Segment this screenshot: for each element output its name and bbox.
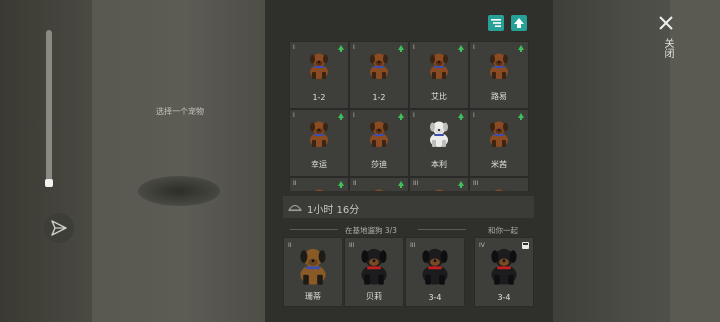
dog-icon	[311, 189, 327, 191]
pet-name: 1-2	[312, 93, 326, 102]
upgrade-arrow-icon	[458, 181, 464, 188]
base-section-label: 在基地遛狗 3/3	[345, 226, 397, 235]
dog-icon	[490, 121, 508, 147]
pet-level: II	[293, 180, 297, 187]
dog-icon	[490, 53, 508, 79]
upgrade-arrow-icon	[518, 113, 524, 120]
pet-level: I	[353, 44, 355, 51]
pet-level: I	[473, 44, 475, 51]
pet-level: I	[413, 44, 415, 51]
pet-card[interactable]: I 路易	[469, 41, 529, 109]
sort-button[interactable]	[488, 15, 504, 31]
upgrade-all-button[interactable]	[511, 15, 527, 31]
dog-icon	[430, 121, 448, 147]
dog-icon	[310, 121, 328, 147]
with-you-label: 和你一起	[488, 226, 518, 235]
upgrade-arrow-icon	[338, 181, 344, 188]
dog-icon	[361, 248, 387, 285]
pet-level: I	[413, 112, 415, 119]
pet-card[interactable]: I 1-2	[289, 41, 349, 109]
pet-card[interactable]: I 艾比	[409, 41, 469, 109]
timer-text: 1小时 16分	[307, 205, 360, 216]
pet-level: III	[413, 180, 419, 187]
arrow-up-icon	[514, 18, 524, 28]
dog-icon	[431, 189, 447, 191]
hourglass-icon	[288, 204, 302, 212]
dog-icon	[370, 121, 388, 147]
send-button[interactable]	[44, 213, 74, 243]
select-pet-hint: 选择一个宠物	[156, 107, 204, 116]
paper-plane-icon	[51, 220, 67, 236]
pet-card[interactable]: III	[469, 177, 529, 191]
pet-level: III	[473, 180, 479, 187]
pet-level: II	[353, 180, 357, 187]
pet-name: 贝莉	[366, 292, 382, 301]
pet-name: 艾比	[431, 92, 447, 101]
upgrade-arrow-icon	[398, 181, 404, 188]
zoom-slider[interactable]	[46, 30, 52, 186]
base-dog-card[interactable]: III 贝莉	[344, 237, 404, 307]
pet-name: 3-4	[497, 293, 511, 302]
pet-grid: I 1-2 I 1-2 I 艾比 I 路易 I 幸运 I 莎迪 I 本利 I 米茜 II II III III	[289, 41, 530, 191]
pet-name: 莎迪	[371, 160, 387, 169]
pet-card[interactable]: I 莎迪	[349, 109, 409, 177]
pet-level: II	[288, 242, 292, 249]
pet-card[interactable]: I 1-2	[349, 41, 409, 109]
pet-card[interactable]: II	[349, 177, 409, 191]
pet-name: 珊蒂	[305, 292, 321, 301]
pet-card[interactable]: III	[409, 177, 469, 191]
pet-name: 1-2	[372, 93, 386, 102]
scene-right	[553, 0, 720, 322]
pet-level: III	[349, 242, 355, 249]
divider	[290, 229, 338, 230]
pet-name: 本利	[431, 160, 447, 169]
pet-card[interactable]: II	[289, 177, 349, 191]
dog-icon	[491, 189, 507, 191]
pet-name: 3-4	[428, 293, 442, 302]
slider-handle[interactable]	[45, 179, 53, 187]
pet-level: I	[353, 112, 355, 119]
pet-level: I	[293, 112, 295, 119]
upgrade-arrow-icon	[338, 113, 344, 120]
divider	[418, 229, 466, 230]
close-icon[interactable]	[656, 13, 676, 33]
pet-card[interactable]: I 幸运	[289, 109, 349, 177]
scene-left	[0, 0, 265, 322]
upgrade-arrow-icon	[398, 45, 404, 52]
storage-icon	[522, 242, 529, 249]
dog-icon	[491, 248, 517, 285]
upgrade-arrow-icon	[458, 45, 464, 52]
base-dog-card[interactable]: II 珊蒂	[283, 237, 343, 307]
pet-name: 米茜	[491, 160, 507, 169]
pet-level: I	[473, 112, 475, 119]
dog-icon	[422, 248, 448, 285]
upgrade-arrow-icon	[398, 113, 404, 120]
dog-icon	[300, 248, 326, 285]
upgrade-arrow-icon	[518, 45, 524, 52]
pet-level: III	[410, 242, 416, 249]
pet-shadow	[138, 176, 220, 206]
upgrade-arrow-icon	[338, 45, 344, 52]
base-dog-card[interactable]: III 3-4	[405, 237, 465, 307]
dog-icon	[371, 189, 387, 191]
companion-dog-card[interactable]: IV 3-4	[474, 237, 534, 307]
dog-icon	[310, 53, 328, 79]
pet-name: 路易	[491, 92, 507, 101]
upgrade-arrow-icon	[458, 113, 464, 120]
close-label[interactable]: 关闭	[659, 38, 673, 58]
dog-icon	[430, 53, 448, 79]
sort-icon	[491, 19, 501, 27]
timer-bar: 1小时 16分	[283, 196, 534, 218]
pet-card[interactable]: I 米茜	[469, 109, 529, 177]
dog-icon	[370, 53, 388, 79]
pet-level: I	[293, 44, 295, 51]
pet-name: 幸运	[311, 160, 327, 169]
pet-level: IV	[479, 242, 485, 249]
pet-card[interactable]: I 本利	[409, 109, 469, 177]
